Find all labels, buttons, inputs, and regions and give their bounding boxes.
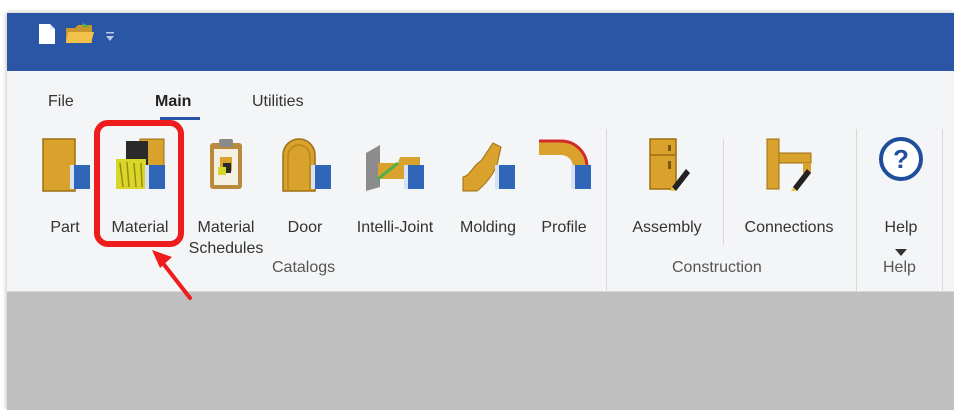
annotation-arrow [152,250,192,300]
